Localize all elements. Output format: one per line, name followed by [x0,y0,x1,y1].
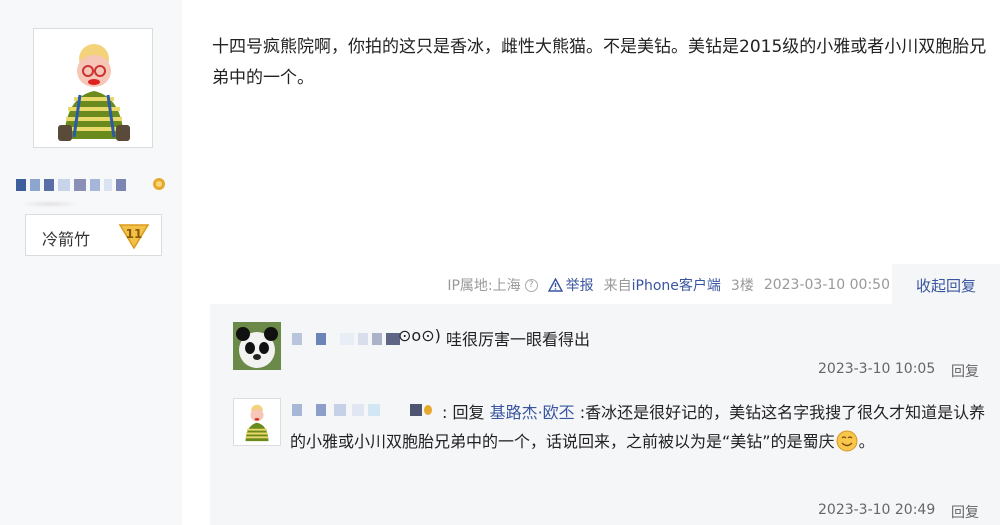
source-link[interactable]: iPhone客户端 [632,278,721,294]
ip-location: IP属地:上海 ? [447,275,538,295]
reply-2-mention-link[interactable]: 基路杰·欧丕 [490,403,575,422]
report-label: 举报 [565,278,594,294]
reply-2-body: : 回复 基路杰·欧丕 :香冰还是很好记的，美钻这名字我搜了很久才知道是认养的小… [290,398,990,456]
fan-label: 冷箭竹 [42,230,91,249]
reply-1-username-mosaic[interactable] [292,332,404,346]
panda-avatar-icon[interactable] [233,322,281,370]
username-mosaic[interactable] [16,178,130,192]
reply-2-text-end: 。 [858,432,875,451]
warning-icon [547,278,563,292]
post-source: 来自iPhone客户端 [604,275,721,295]
reply-2-avatar[interactable] [233,398,281,446]
smile-emoji-icon [836,430,858,452]
reply-1-name-suffix: ⊙o⊙) [398,326,441,345]
reply-2-text: :香冰还是很好记的，美钻这名字我搜了很久才知道是认养的小雅或小川双胞胎兄弟中的一… [290,403,986,451]
floor-number: 3楼 [730,278,754,294]
decorative-shadow [20,200,80,208]
post-content: 十四号疯熊院啊，你拍的这只是香冰，雌性大熊猫。不是美钻。美钻是2015级的小雅或… [212,37,987,88]
reply-1-reply-button[interactable]: 回复 [951,361,979,381]
source-prefix: 来自 [603,278,632,294]
reply-1-text: 哇很厉害一眼看得出 [446,330,591,349]
fan-level-box[interactable]: 冷箭竹 11 [25,214,162,256]
collapse-replies-button[interactable]: 收起回复 [892,275,1000,296]
author-sidebar: 冷箭竹 11 [0,0,182,525]
help-circle-icon[interactable]: ? [524,278,538,292]
post-time: 2023-03-10 00:50 [763,277,890,293]
fan-level-number: 11 [125,227,143,241]
reply-1-time: 2023-3-10 10:05 [818,361,936,377]
ip-text: IP属地:上海 [447,278,521,294]
reply-2-time: 2023-3-10 20:49 [818,502,936,518]
report-button[interactable]: 举报 [547,275,594,295]
post-meta-bar: IP属地:上海 ? 举报 来自iPhone客户端 3楼 2023-03-10 0… [210,264,1000,304]
member-badge-icon [152,176,166,190]
reply-2-prefix: : 回复 [442,403,490,422]
fan-level-badge: 11 [118,221,150,250]
author-avatar[interactable] [33,28,153,148]
reply-2-reply-button[interactable]: 回复 [951,502,979,522]
collapse-tab: 收起回复 [892,264,1000,304]
